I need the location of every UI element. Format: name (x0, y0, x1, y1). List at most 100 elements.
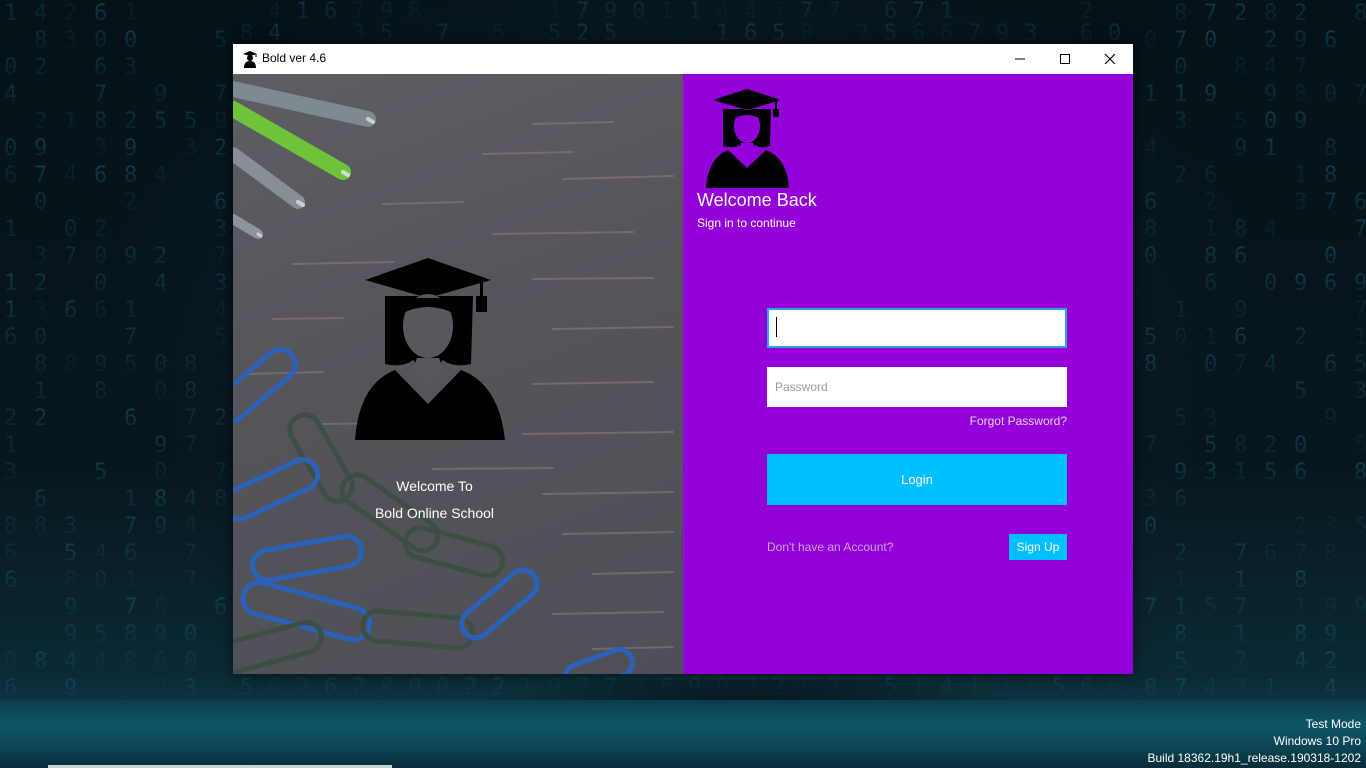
svg-text:2: 2 (576, 21, 589, 46)
svg-text:6: 6 (94, 298, 107, 323)
sign-up-button[interactable]: Sign Up (1009, 534, 1067, 560)
svg-text:0: 0 (4, 55, 17, 80)
svg-text:4: 4 (1294, 649, 1307, 674)
svg-text:2: 2 (352, 675, 365, 700)
sign-in-subheading: Sign in to continue (697, 216, 796, 230)
svg-text:3: 3 (352, 21, 365, 46)
test-mode-watermark: Test Mode Windows 10 Pro Build 18362.19h… (1147, 716, 1361, 767)
svg-text:3: 3 (64, 514, 77, 539)
svg-text:8: 8 (184, 379, 197, 404)
svg-text:7: 7 (1234, 541, 1247, 566)
svg-text:8: 8 (94, 109, 107, 134)
svg-text:6: 6 (1204, 271, 1217, 296)
svg-text:4: 4 (64, 649, 77, 674)
svg-text:6: 6 (34, 487, 47, 512)
svg-text:9: 9 (1234, 298, 1247, 323)
svg-text:2: 2 (1234, 1, 1247, 26)
svg-text:5: 5 (1264, 460, 1277, 485)
minimize-button[interactable] (997, 44, 1042, 74)
svg-text:1: 1 (64, 109, 77, 134)
svg-text:9: 9 (1294, 271, 1307, 296)
svg-text:7: 7 (1234, 676, 1247, 700)
svg-text:7: 7 (968, 21, 981, 46)
svg-text:9: 9 (996, 21, 1009, 46)
forgot-password-link[interactable]: Forgot Password? (767, 414, 1067, 428)
svg-text:1: 1 (124, 487, 137, 512)
svg-text:2: 2 (1294, 325, 1307, 350)
svg-text:5: 5 (214, 28, 227, 53)
svg-text:5: 5 (1354, 514, 1366, 539)
svg-text:6: 6 (154, 649, 167, 674)
svg-text:6: 6 (1324, 271, 1337, 296)
svg-text:4: 4 (94, 541, 107, 566)
svg-text:8: 8 (154, 487, 167, 512)
svg-text:1: 1 (4, 433, 17, 458)
svg-text:3: 3 (4, 460, 17, 485)
svg-text:6: 6 (154, 595, 167, 620)
svg-text:1: 1 (4, 271, 17, 296)
svg-text:4: 4 (34, 1, 47, 26)
maximize-icon (1060, 54, 1070, 64)
svg-text:6: 6 (124, 541, 137, 566)
svg-text:8: 8 (1144, 217, 1157, 242)
svg-text:9: 9 (154, 622, 167, 647)
svg-text:3: 3 (1294, 190, 1307, 215)
svg-text:6: 6 (94, 55, 107, 80)
svg-text:5: 5 (1174, 406, 1187, 431)
svg-text:8: 8 (1324, 163, 1337, 188)
svg-text:7: 7 (436, 21, 449, 46)
svg-text:8: 8 (124, 622, 137, 647)
svg-text:4: 4 (94, 649, 107, 674)
svg-text:1: 1 (4, 298, 17, 323)
svg-text:0: 0 (184, 649, 197, 674)
svg-text:0: 0 (94, 568, 107, 593)
svg-text:5: 5 (492, 21, 505, 46)
svg-text:6: 6 (1234, 244, 1247, 269)
svg-text:9: 9 (1204, 82, 1217, 107)
svg-text:3: 3 (124, 55, 137, 80)
svg-text:8: 8 (4, 514, 17, 539)
svg-text:2: 2 (34, 406, 47, 431)
svg-text:1: 1 (124, 298, 137, 323)
svg-text:2: 2 (214, 406, 227, 431)
svg-text:2: 2 (1174, 163, 1187, 188)
svg-text:2: 2 (124, 190, 137, 215)
svg-text:1: 1 (716, 21, 729, 46)
svg-text:6: 6 (124, 406, 137, 431)
svg-text:7: 7 (184, 568, 197, 593)
title-bar[interactable]: Bold ver 4.6 (233, 44, 1133, 74)
svg-text:8: 8 (408, 0, 421, 24)
svg-text:9: 9 (34, 136, 47, 161)
svg-text:6: 6 (912, 21, 925, 46)
svg-text:8: 8 (184, 352, 197, 377)
svg-text:1: 1 (1234, 622, 1247, 647)
login-button[interactable]: Login (767, 454, 1067, 505)
svg-text:8: 8 (1174, 1, 1187, 26)
svg-text:8: 8 (64, 352, 77, 377)
svg-text:9: 9 (124, 136, 137, 161)
svg-text:6: 6 (1324, 28, 1337, 53)
password-field[interactable] (767, 367, 1067, 407)
svg-text:0: 0 (94, 28, 107, 53)
svg-text:7: 7 (214, 244, 227, 269)
welcome-back-heading: Welcome Back (697, 190, 817, 210)
window-title: Bold ver 4.6 (262, 51, 327, 65)
close-button[interactable] (1087, 44, 1132, 74)
svg-text:8: 8 (240, 21, 253, 46)
svg-text:8: 8 (1144, 676, 1157, 700)
svg-text:1: 1 (1204, 217, 1217, 242)
maximize-button[interactable] (1042, 44, 1087, 74)
svg-text:8: 8 (34, 352, 47, 377)
svg-text:7: 7 (1144, 433, 1157, 458)
svg-text:8: 8 (34, 514, 47, 539)
svg-text:8: 8 (1324, 541, 1337, 566)
svg-text:2: 2 (296, 675, 309, 700)
svg-text:3: 3 (1204, 406, 1217, 431)
username-field[interactable] (767, 308, 1067, 348)
svg-text:1: 1 (296, 0, 309, 24)
svg-text:5: 5 (214, 325, 227, 350)
svg-text:5: 5 (154, 109, 167, 134)
svg-text:8: 8 (1294, 622, 1307, 647)
svg-text:9: 9 (154, 82, 167, 107)
svg-text:3: 3 (1174, 109, 1187, 134)
